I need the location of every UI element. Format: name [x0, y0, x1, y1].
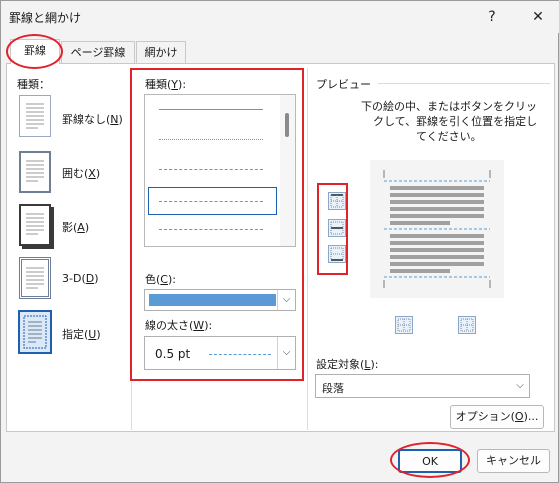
tab-shading[interactable]: 網かけ: [136, 41, 186, 63]
preview-instructions-1: 下の絵の中、またはボタンをクリッ: [361, 100, 537, 113]
setting-custom-icon[interactable]: [18, 310, 52, 354]
setting-heading: 種類：: [17, 78, 50, 91]
close-button[interactable]: ✕: [528, 8, 548, 26]
setting-custom-label[interactable]: 指定(U): [62, 326, 101, 342]
apply-to-label: 設定対象(L):: [316, 358, 379, 371]
right-border-button[interactable]: [458, 316, 476, 334]
preview-heading: プレビュー: [316, 78, 371, 91]
left-border-button[interactable]: [395, 316, 413, 334]
borders-and-shading-dialog: 罫線と網かけ ? ✕ 罫線 ページ罫線 網かけ 種類： 罫線なし(N) 囲む(X…: [0, 0, 559, 483]
tab-page-borders[interactable]: ページ罫線: [61, 41, 135, 63]
chevron-down-icon[interactable]: ⌵: [511, 375, 529, 397]
highlight-rect-position-buttons: [317, 183, 348, 275]
setting-shadow-icon[interactable]: [19, 204, 51, 246]
cancel-button[interactable]: キャンセル: [477, 449, 550, 473]
preview-instructions-2: クして、罫線を引く位置を指定し: [373, 115, 538, 128]
apply-to-value: 段落: [322, 382, 344, 395]
apply-to-dropdown[interactable]: 段落 ⌵: [315, 374, 530, 398]
highlight-rect-style: [130, 68, 304, 381]
setting-none-label[interactable]: 罫線なし(N): [62, 111, 123, 127]
border-preview-area[interactable]: [370, 160, 504, 298]
preview-instructions-3: てください。: [416, 130, 482, 143]
setting-3d-icon[interactable]: [19, 257, 51, 299]
setting-shadow-label[interactable]: 影(A): [62, 219, 89, 235]
setting-none-icon[interactable]: [19, 95, 51, 137]
title-bar: 罫線と網かけ ? ✕: [1, 1, 559, 33]
setting-3d-label[interactable]: 3-D(D): [62, 272, 99, 285]
highlight-oval-tab: [6, 34, 63, 69]
window-title: 罫線と網かけ: [9, 11, 82, 25]
column-divider-2: [307, 68, 308, 430]
setting-box-label[interactable]: 囲む(X): [62, 165, 100, 181]
highlight-oval-ok: [390, 442, 470, 478]
preview-heading-rule: [378, 83, 550, 84]
setting-box-icon[interactable]: [19, 151, 51, 193]
options-button[interactable]: オプション(O)...: [450, 405, 544, 429]
help-button[interactable]: ?: [482, 8, 502, 26]
